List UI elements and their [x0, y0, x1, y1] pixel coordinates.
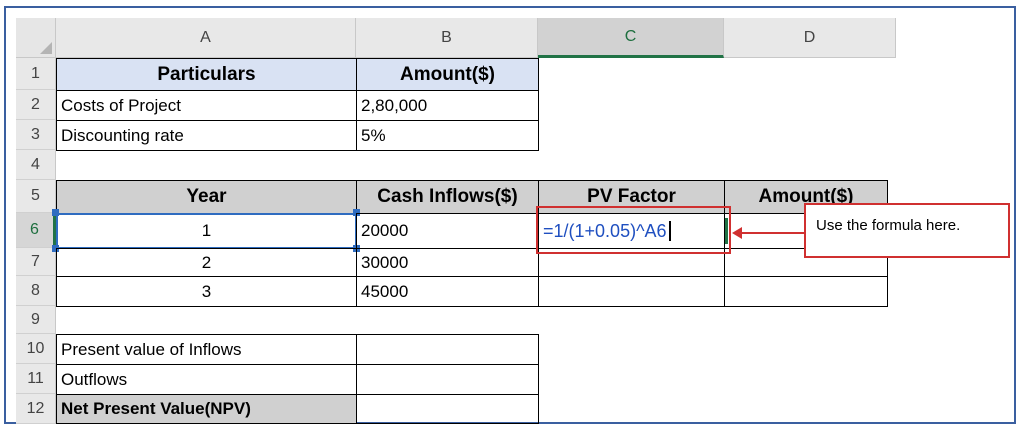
row-header-1[interactable]: 1 [16, 58, 56, 90]
cell-a6[interactable]: 1 [56, 213, 357, 249]
row-header-7[interactable]: 7 [16, 248, 56, 276]
cell-a7[interactable]: 2 [56, 248, 357, 277]
select-all-corner[interactable] [16, 18, 56, 58]
screenshot-frame: A B C D 1 2 3 4 5 6 7 8 9 10 11 12 Parti… [4, 6, 1016, 424]
cell-b7[interactable]: 30000 [356, 248, 539, 277]
highlight-box [536, 206, 731, 254]
cell-a2[interactable]: Costs of Project [56, 90, 357, 121]
cell-a11[interactable]: Outflows [56, 364, 357, 395]
row-header-12[interactable]: 12 [16, 394, 56, 424]
cell-b3[interactable]: 5% [356, 120, 539, 151]
cell-a8[interactable]: 3 [56, 276, 357, 307]
row-header-5[interactable]: 5 [16, 180, 56, 213]
cell-b1[interactable]: Amount($) [356, 58, 539, 91]
fill-handle-marker [725, 218, 728, 244]
select-all-triangle-icon [40, 42, 52, 54]
row-header-9[interactable]: 9 [16, 306, 56, 334]
cell-d8[interactable] [724, 276, 888, 307]
row-header-10[interactable]: 10 [16, 334, 56, 364]
row-header-6[interactable]: 6 [16, 213, 56, 248]
cell-a3[interactable]: Discounting rate [56, 120, 357, 151]
cell-a12[interactable]: Net Present Value(NPV) [56, 394, 357, 424]
annotation-callout: Use the formula here. [804, 203, 1010, 258]
row-header-8[interactable]: 8 [16, 276, 56, 306]
cell-c8[interactable] [538, 276, 725, 307]
cell-a10[interactable]: Present value of Inflows [56, 334, 357, 365]
selection-handle-top-left[interactable] [52, 209, 59, 216]
row-header-2[interactable]: 2 [16, 90, 56, 120]
spreadsheet-grid: A B C D 1 2 3 4 5 6 7 8 9 10 11 12 Parti… [16, 18, 1010, 424]
column-header-b[interactable]: B [356, 18, 538, 58]
column-header-a[interactable]: A [56, 18, 356, 58]
cell-b10[interactable] [356, 334, 539, 365]
cell-a5[interactable]: Year [56, 180, 357, 214]
cell-b5[interactable]: Cash Inflows($) [356, 180, 539, 214]
column-header-c[interactable]: C [538, 18, 724, 58]
cell-b12[interactable] [356, 394, 539, 424]
row-header-11[interactable]: 11 [16, 364, 56, 394]
cell-b11[interactable] [356, 364, 539, 395]
cell-b2[interactable]: 2,80,000 [356, 90, 539, 121]
row-header-4[interactable]: 4 [16, 150, 56, 180]
cell-a1[interactable]: Particulars [56, 58, 357, 91]
cell-b6[interactable]: 20000 [356, 213, 539, 249]
arrow-left-icon [732, 227, 742, 239]
column-header-d[interactable]: D [724, 18, 896, 58]
cell-b8[interactable]: 45000 [356, 276, 539, 307]
callout-arrow-line [742, 232, 804, 234]
row-header-3[interactable]: 3 [16, 120, 56, 150]
